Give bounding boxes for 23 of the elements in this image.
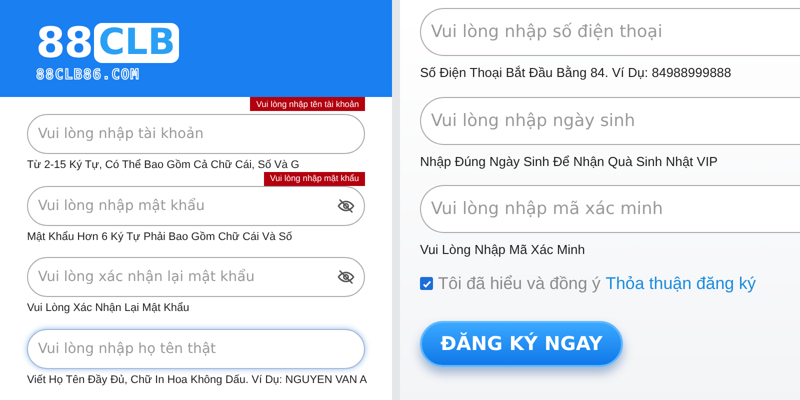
input-field[interactable]: Vui lòng nhập số điện thoại bbox=[420, 8, 800, 56]
eye-slash-icon[interactable] bbox=[337, 268, 355, 286]
logo: 88 CLB 88CLB86.COM bbox=[36, 20, 180, 82]
input-field[interactable]: Vui lòng xác nhận lại mật khẩu bbox=[27, 257, 365, 297]
field-hint: Số Điện Thoại Bắt Đầu Bằng 84. Ví Dụ: 84988999888 bbox=[420, 65, 732, 81]
agreement-link[interactable]: Thỏa thuận đăng ký bbox=[606, 274, 756, 294]
field-hint: Từ 2-15 Ký Tự, Có Thể Bao Gồm Cả Chữ Cái, Số Và G bbox=[27, 159, 300, 172]
field-hint: Vui Lòng Nhập Mã Xác Minh bbox=[420, 242, 586, 258]
register-button[interactable]: ĐĂNG KÝ NGAY bbox=[420, 320, 623, 366]
field-hint: Vui Lòng Xác Nhận Lại Mật Khẩu bbox=[27, 302, 190, 315]
field-hint: Mật Khẩu Hơn 6 Ký Tự Phải Bao Gồm Chữ Cái Và Số bbox=[27, 230, 292, 244]
checkbox[interactable] bbox=[420, 277, 433, 290]
error-tooltip: Vui lòng nhập tên tài khoản bbox=[250, 97, 365, 111]
field-hint: Viết Họ Tên Đầy Đủ, Chữ In Hoa Không Dấu. Ví Dụ: NGUYEN VAN A bbox=[27, 374, 367, 386]
agreement-text: Tôi đã hiểu và đồng ý bbox=[438, 274, 601, 294]
error-tooltip: Vui lòng nhập mật khẩu bbox=[264, 172, 365, 186]
input-field[interactable]: Vui lòng nhập họ tên thật bbox=[27, 328, 365, 368]
field-hint: Nhập Đúng Ngày Sinh Để Nhận Quà Sinh Nhật VIP bbox=[420, 154, 718, 170]
input-field[interactable]: Vui lòng nhập mã xác minh bbox=[420, 185, 800, 233]
input-field[interactable]: Vui lòng nhập ngày sinh bbox=[420, 96, 800, 144]
input-field[interactable]: Vui lòng nhập tài khoản bbox=[27, 114, 365, 154]
eye-slash-icon[interactable] bbox=[337, 196, 355, 214]
input-field[interactable]: Vui lòng nhập mật khẩu bbox=[27, 186, 365, 226]
